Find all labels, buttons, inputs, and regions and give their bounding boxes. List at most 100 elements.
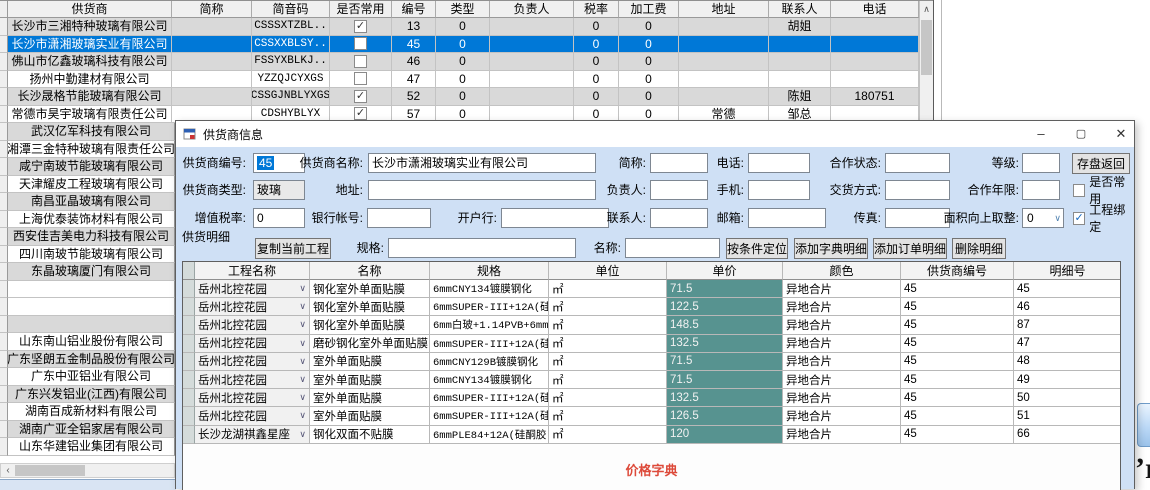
grid-row[interactable]: 岳州北控花园∨室外单面贴膜6mmSUPER-III+12A(硅..㎡132.5异… (183, 389, 1120, 407)
table-row[interactable]: 佛山市亿鑫玻璃科技有限公司FSSYXBLKJ..46000 (0, 53, 933, 71)
grid-row[interactable]: 岳州北控花园∨钢化室外单面贴膜6mmSUPER-III+12A(硅..㎡122.… (183, 298, 1120, 316)
grid-column-header[interactable]: 规格 (430, 262, 549, 280)
list-item[interactable]: 广东坚朗五金制品股份有限公司 (0, 351, 175, 369)
add-order-detail-button[interactable]: 添加订单明细 (873, 238, 947, 259)
project-combo-cell[interactable]: 岳州北控花园∨ (195, 298, 310, 316)
list-item[interactable]: 天津耀皮工程玻璃有限公司 (0, 176, 175, 194)
grid-row[interactable]: 岳州北控花园∨钢化室外单面贴膜6mm白玻+1.14PVB+6mm..㎡148.5… (183, 316, 1120, 334)
project-combo-cell[interactable]: 岳州北控花园∨ (195, 389, 310, 407)
list-item[interactable]: 武汉亿军科技有限公司 (0, 123, 175, 141)
column-header[interactable]: 加工费 (619, 1, 679, 18)
list-item[interactable] (0, 281, 175, 299)
grid-column-header[interactable]: 颜色 (783, 262, 901, 280)
list-item[interactable]: 广东兴发铝业(江西)有限公司 (0, 386, 175, 404)
column-header[interactable]: 电话 (831, 1, 919, 18)
column-header[interactable]: 供货商 (8, 1, 172, 18)
scroll-up-icon[interactable]: ∧ (920, 1, 933, 17)
maximize-icon[interactable]: ▢ (1064, 121, 1098, 146)
grid-row[interactable]: 长沙龙湖祺鑫星座∨钢化双面不贴膜6mmPLE84+12A(硅酮胶..㎡120异地… (183, 426, 1120, 444)
grid-column-header[interactable]: 工程名称 (195, 262, 310, 280)
project-combo-cell[interactable]: 岳州北控花园∨ (195, 371, 310, 389)
column-header[interactable]: 地址 (679, 1, 769, 18)
project-bind-checkbox[interactable]: ✓ 工程绑定 (1073, 208, 1134, 228)
grid-column-header[interactable]: 单价 (667, 262, 783, 280)
list-item[interactable]: 南昌亚晶玻璃有限公司 (0, 193, 175, 211)
project-combo-cell[interactable]: 岳州北控花园∨ (195, 407, 310, 425)
column-header[interactable]: 简音码 (252, 1, 330, 18)
background-window-edge: ’r (1135, 0, 1150, 489)
grid-column-header[interactable]: 名称 (310, 262, 430, 280)
delete-detail-button[interactable]: 删除明细 (952, 238, 1006, 259)
list-item[interactable] (0, 298, 175, 316)
list-item[interactable]: 广东中亚铝业有限公司 (0, 368, 175, 386)
table-row[interactable]: 长沙市潇湘玻璃实业有限公司CSSXXBLSY..45000 (0, 36, 933, 54)
list-item[interactable]: 山东南山铝业股份有限公司 (0, 333, 175, 351)
project-combo-cell[interactable]: 岳州北控花园∨ (195, 335, 310, 353)
column-header[interactable]: 类型 (436, 1, 490, 18)
add-dict-detail-button[interactable]: 添加字典明细 (794, 238, 868, 259)
scrollbar-thumb[interactable] (921, 20, 932, 75)
scrollbar-thumb[interactable] (15, 465, 85, 476)
column-header[interactable]: 负责人 (490, 1, 574, 18)
scroll-left-icon[interactable]: ‹ (1, 465, 15, 476)
save-return-button[interactable]: 存盘返回 (1072, 153, 1130, 174)
locate-by-condition-button[interactable]: 按条件定位 (726, 238, 788, 259)
project-combo-cell[interactable]: 岳州北控花园∨ (195, 353, 310, 371)
column-header[interactable]: 是否常用 (330, 1, 392, 18)
project-combo-cell[interactable]: 岳州北控花园∨ (195, 280, 310, 298)
checkbox-icon[interactable] (354, 72, 367, 85)
list-item-label (8, 316, 175, 334)
common-checkbox[interactable]: 是否常用 (1073, 180, 1134, 200)
checkbox-icon[interactable]: ✓ (354, 107, 367, 120)
mobile-field[interactable] (748, 180, 810, 200)
checkbox-icon[interactable]: ✓ (1073, 212, 1085, 225)
list-item[interactable]: 四川南玻节能玻璃有限公司 (0, 246, 175, 264)
list-item[interactable]: 西安佳吉美电力科技有限公司 (0, 228, 175, 246)
list-item[interactable]: 湖南广亚全铝家居有限公司 (0, 421, 175, 439)
project-combo-cell[interactable]: 岳州北控花园∨ (195, 316, 310, 334)
supplier-name-field[interactable]: 长沙市潇湘玻璃实业有限公司 (368, 153, 596, 173)
phone-field[interactable] (748, 153, 810, 173)
address-field[interactable] (368, 180, 596, 200)
column-header[interactable]: 简称 (172, 1, 252, 18)
vertical-scrollbar[interactable]: ∧ (919, 1, 933, 124)
column-header[interactable]: 编号 (392, 1, 436, 18)
checkbox-icon[interactable] (354, 37, 367, 50)
list-item[interactable]: 咸宁南玻节能玻璃有限公司 (0, 158, 175, 176)
horizontal-scrollbar[interactable]: ‹ (0, 463, 175, 478)
copy-project-button[interactable]: 复制当前工程 (255, 238, 331, 259)
grid-row[interactable]: 岳州北控花园∨磨砂钢化室外单面贴膜6mmSUPER-III+12A(硅..㎡13… (183, 335, 1120, 353)
grid-column-header[interactable]: 供货商编号 (901, 262, 1014, 280)
list-item[interactable]: 东晶玻璃厦门有限公司 (0, 263, 175, 281)
grade-field[interactable] (1022, 153, 1060, 173)
column-header[interactable]: 联系人 (769, 1, 831, 18)
grid-row[interactable]: 岳州北控花园∨室外单面贴膜6mmCNY129B镀膜钢化㎡71.5异地合片4548 (183, 353, 1120, 371)
list-item[interactable]: 湘潭三金特种玻璃有限责任公司 (0, 141, 175, 159)
checkbox-icon[interactable]: ✓ (354, 20, 367, 33)
column-header[interactable]: 税率 (574, 1, 619, 18)
checkbox-icon[interactable] (354, 55, 367, 68)
grid-row[interactable]: 岳州北控花园∨室外单面贴膜6mmSUPER-III+12A(硅..㎡126.5异… (183, 407, 1120, 425)
project-combo-cell[interactable]: 长沙龙湖祺鑫星座∨ (195, 426, 310, 444)
name-filter-input[interactable] (625, 238, 720, 258)
table-row[interactable]: 扬州中勤建材有限公司YZZQJCYXGS47000 (0, 71, 933, 89)
grid-row[interactable]: 岳州北控花园∨室外单面贴膜6mmCNY134镀膜钢化㎡71.5异地合片4549 (183, 371, 1120, 389)
spec-filter-input[interactable] (388, 238, 576, 258)
close-icon[interactable]: ✕ (1104, 121, 1138, 146)
checkbox-icon[interactable]: ✓ (354, 90, 367, 103)
area-round-dropdown[interactable]: 0 ∨ (1022, 208, 1064, 228)
dialog-titlebar[interactable]: 供货商信息 – ▢ ✕ (176, 121, 1134, 147)
bank-account-field[interactable] (367, 208, 431, 228)
list-item[interactable]: 山东华建铝业集团有限公司 (0, 438, 175, 456)
checkbox-icon[interactable] (1073, 184, 1085, 197)
grid-column-header[interactable]: 明细号 (1014, 262, 1121, 280)
grid-row[interactable]: 岳州北控花园∨钢化室外单面贴膜6mmCNY134镀膜钢化㎡71.5异地合片454… (183, 280, 1120, 298)
list-item[interactable]: 湖南百成新材料有限公司 (0, 403, 175, 421)
list-item[interactable] (0, 316, 175, 334)
table-row[interactable]: 长沙市三湘特种玻璃有限公司CSSSXTZBL..✓13000胡姐 (0, 18, 933, 36)
table-row[interactable]: 长沙晟格节能玻璃有限公司CSSGJNBLYXGS✓52000陈姐180751 (0, 88, 933, 106)
list-item[interactable]: 上海优泰装饰材料有限公司 (0, 211, 175, 229)
grid-column-header[interactable]: 单位 (549, 262, 667, 280)
minimize-icon[interactable]: – (1024, 121, 1058, 146)
coop-years-field[interactable] (1022, 180, 1060, 200)
